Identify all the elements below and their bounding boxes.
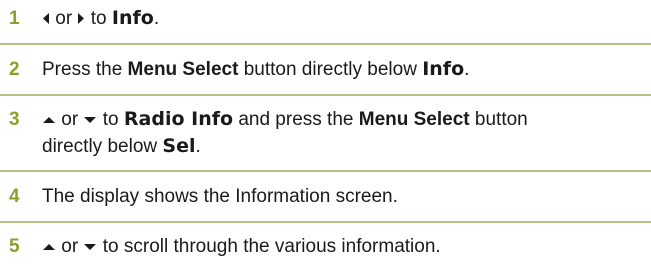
- step-number: 4: [9, 186, 20, 207]
- divider: [0, 43, 651, 45]
- menu-select-label: Menu Select: [127, 59, 239, 80]
- display-label-info: Info: [422, 58, 465, 80]
- step-text: Press the Menu Select button directly be…: [42, 58, 470, 80]
- menu-select-label: Menu Select: [358, 109, 470, 130]
- up-arrow-icon: [42, 116, 56, 124]
- step-number: 2: [9, 59, 20, 80]
- display-label-info: Info: [111, 7, 154, 29]
- step-text: or to scroll through the various informa…: [42, 233, 645, 260]
- divider: [0, 170, 651, 172]
- down-arrow-icon: [83, 243, 97, 251]
- divider: [0, 221, 651, 223]
- up-arrow-icon: [42, 243, 56, 251]
- down-arrow-icon: [83, 116, 97, 124]
- step-number: 5: [9, 236, 20, 257]
- procedure-steps: 1 or to Info. 2 Press the Menu Select bu…: [0, 0, 651, 269]
- divider: [0, 94, 651, 96]
- step-text: or to Radio Info and press the Menu Sele…: [42, 108, 528, 157]
- step-number: 3: [9, 109, 20, 130]
- left-arrow-icon: [42, 12, 50, 25]
- step-text: or to Info.: [42, 5, 645, 32]
- right-arrow-icon: [77, 12, 85, 25]
- step-text: The display shows the Information screen…: [42, 186, 398, 207]
- step-number: 1: [9, 8, 20, 29]
- display-label-radio-info: Radio Info: [123, 108, 234, 130]
- display-label-sel: Sel: [162, 135, 196, 157]
